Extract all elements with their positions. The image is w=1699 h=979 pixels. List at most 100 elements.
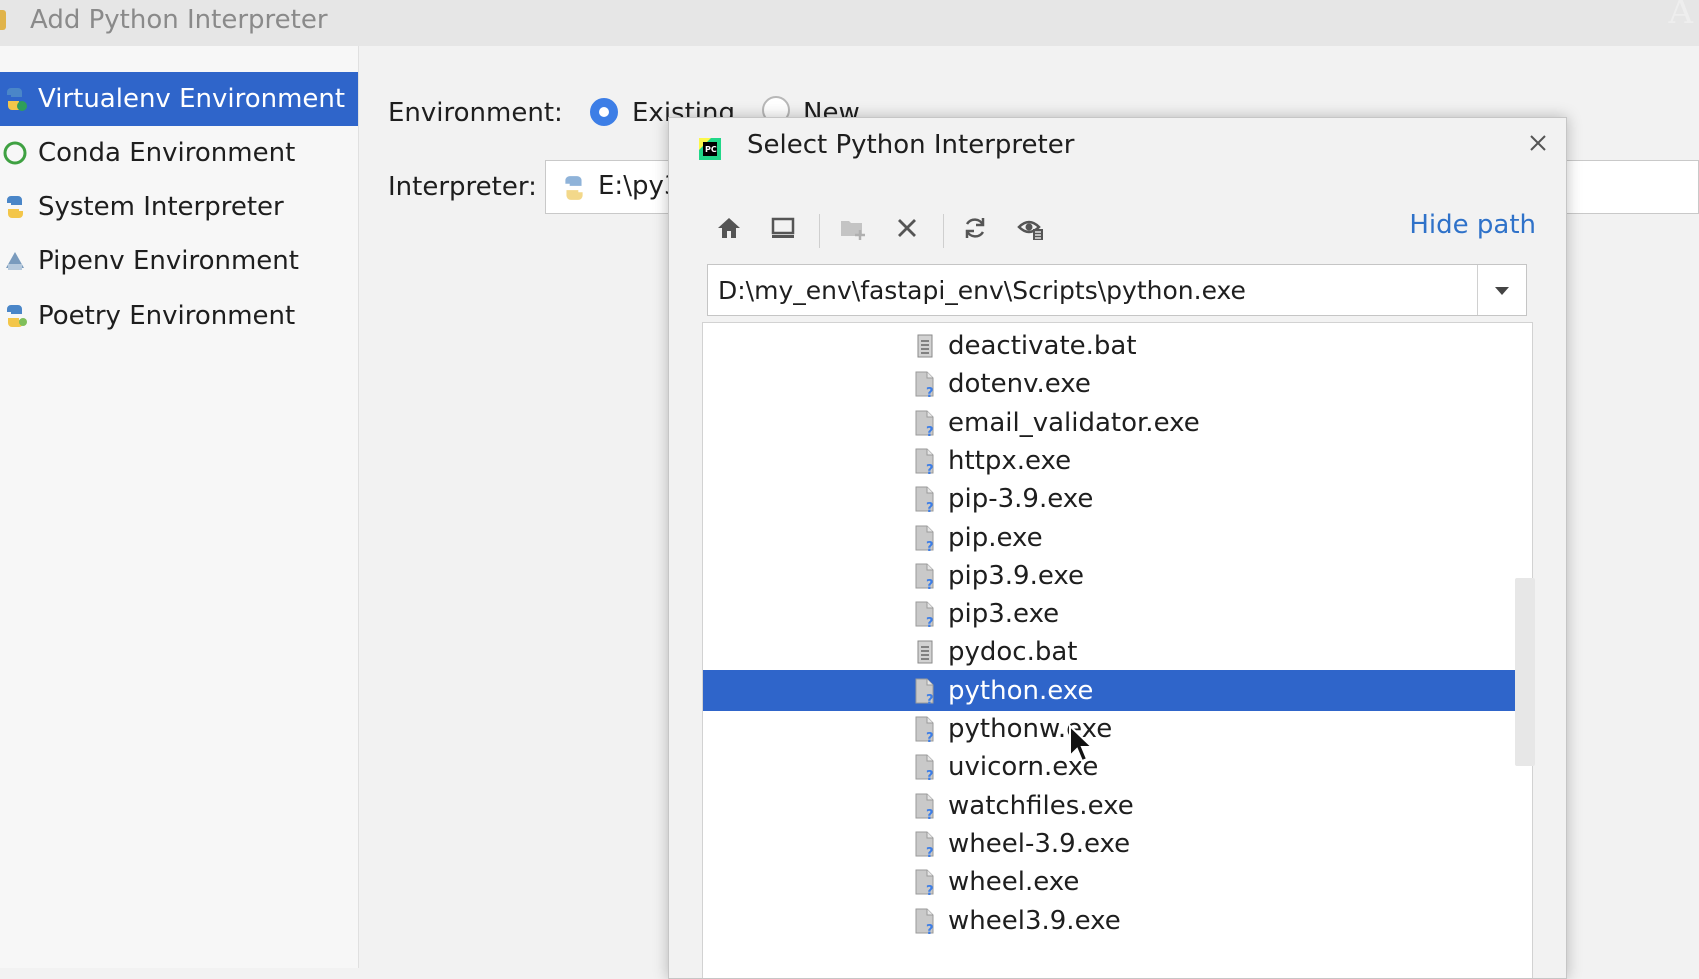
show-hidden-icon [1016,213,1046,247]
existing-radio[interactable] [590,98,618,126]
close-button[interactable] [1523,130,1553,160]
file-row[interactable]: deactivate.bat [703,325,1532,366]
svg-text:?: ? [926,808,934,820]
executable-file-icon: ? [913,753,939,784]
new-folder-button[interactable] [833,208,873,252]
hide-path-link[interactable]: Hide path [1409,210,1536,240]
file-name: watchfiles.exe [948,790,1134,821]
pipenv-icon [2,248,28,274]
executable-file-icon: ? [913,485,939,516]
sidebar-item-conda[interactable]: Conda Environment [0,126,358,180]
file-row[interactable]: ? httpx.exe [703,440,1532,481]
file-chooser-toolbar [709,208,1529,252]
file-row[interactable]: ? wheel-3.9.exe [703,823,1532,864]
svg-text:?: ? [926,923,934,935]
file-name: dotenv.exe [948,369,1091,400]
sidebar-item-system[interactable]: System Interpreter [0,180,358,234]
svg-text:?: ? [926,386,934,398]
sidebar-item-virtualenv[interactable]: Virtualenv Environment [0,72,358,126]
executable-file-icon: ? [913,792,939,823]
file-row[interactable]: ? email_validator.exe [703,402,1532,443]
executable-file-icon: ? [913,677,939,708]
environment-label: Environment: [388,98,563,128]
path-input[interactable] [708,265,1478,315]
file-name: deactivate.bat [948,331,1137,361]
path-history-dropdown[interactable] [1477,265,1526,315]
virtualenv-icon [2,86,28,112]
file-row[interactable]: ? pip-3.9.exe [703,478,1532,519]
file-name: httpx.exe [948,445,1072,476]
executable-file-icon: ? [913,600,939,631]
file-row[interactable]: pydoc.bat [703,631,1532,672]
file-row[interactable]: ? pip3.exe [703,593,1532,634]
toolbar-separator [819,214,820,248]
file-name: email_validator.exe [948,407,1200,438]
window-title-bar: Add Python Interpreter A [0,0,1699,46]
app-icon [0,10,6,30]
file-name: python.exe [948,675,1094,706]
svg-text:?: ? [926,846,934,858]
executable-file-icon: ? [913,715,939,746]
desktop-button[interactable] [763,208,803,252]
file-name: wheel.exe [948,867,1080,898]
delete-button[interactable] [887,208,927,252]
chevron-down-icon [1494,281,1510,300]
executable-file-icon: ? [913,562,939,593]
sidebar-item-label: Pipenv Environment [38,246,299,276]
home-button[interactable] [709,208,749,252]
file-row[interactable]: ? pip3.9.exe [703,555,1532,596]
file-row[interactable]: ? wheel3.9.exe [703,900,1532,941]
file-row[interactable]: ? dotenv.exe [703,363,1532,404]
file-row[interactable]: ? watchfiles.exe [703,785,1532,826]
executable-file-icon: ? [913,907,939,938]
file-name: pip3.9.exe [948,560,1084,591]
svg-text:?: ? [926,578,934,590]
sidebar-item-label: Conda Environment [38,138,296,168]
sidebar-item-pipenv[interactable]: Pipenv Environment [0,234,358,288]
dialog-title: Select Python Interpreter [747,130,1075,160]
pycharm-icon: PC [697,136,723,166]
file-name: pip-3.9.exe [948,484,1094,515]
svg-text:?: ? [926,693,934,705]
svg-text:PC: PC [705,145,717,154]
delete-icon [895,216,919,244]
sidebar-item-label: System Interpreter [38,192,284,222]
python-icon [560,174,588,206]
batch-file-icon [913,332,939,360]
file-name: wheel3.9.exe [948,905,1121,936]
sidebar-item-label: Poetry Environment [38,301,296,331]
svg-text:?: ? [926,425,934,437]
file-name: pip.exe [948,522,1043,553]
svg-text:?: ? [926,884,934,896]
toolbar-separator [943,214,944,248]
file-row[interactable]: ? pip.exe [703,517,1532,558]
environment-type-sidebar: Virtualenv Environment Conda Environment… [0,46,359,968]
executable-file-icon: ? [913,524,939,555]
sidebar-item-label: Virtualenv Environment [38,84,346,114]
file-row[interactable]: ? python.exe [703,669,1532,711]
executable-file-icon: ? [913,447,939,478]
batch-file-icon [913,638,939,666]
file-name: wheel-3.9.exe [948,828,1131,859]
file-row[interactable]: ? wheel.exe [703,861,1532,902]
show-hidden-button[interactable] [1011,208,1051,252]
svg-text:?: ? [926,616,934,628]
executable-file-icon: ? [913,409,939,440]
file-name: pydoc.bat [948,637,1078,668]
executable-file-icon: ? [913,830,939,861]
refresh-button[interactable] [955,208,995,252]
svg-text:?: ? [926,501,934,513]
python-icon [2,194,28,220]
home-icon [715,214,743,246]
file-tree-scrollbar[interactable] [1515,578,1535,766]
file-row[interactable]: ? uvicorn.exe [703,746,1532,787]
file-row[interactable]: ? pythonw.exe [703,708,1532,749]
file-tree[interactable]: deactivate.bat? dotenv.exe? email_validato… [702,322,1533,978]
conda-icon [2,140,28,166]
sidebar-item-poetry[interactable]: Poetry Environment [0,289,358,343]
close-icon [1528,133,1548,157]
poetry-icon [2,303,28,329]
file-name: pip3.exe [948,599,1060,630]
window-title: Add Python Interpreter [30,5,328,35]
svg-text:?: ? [926,769,934,781]
